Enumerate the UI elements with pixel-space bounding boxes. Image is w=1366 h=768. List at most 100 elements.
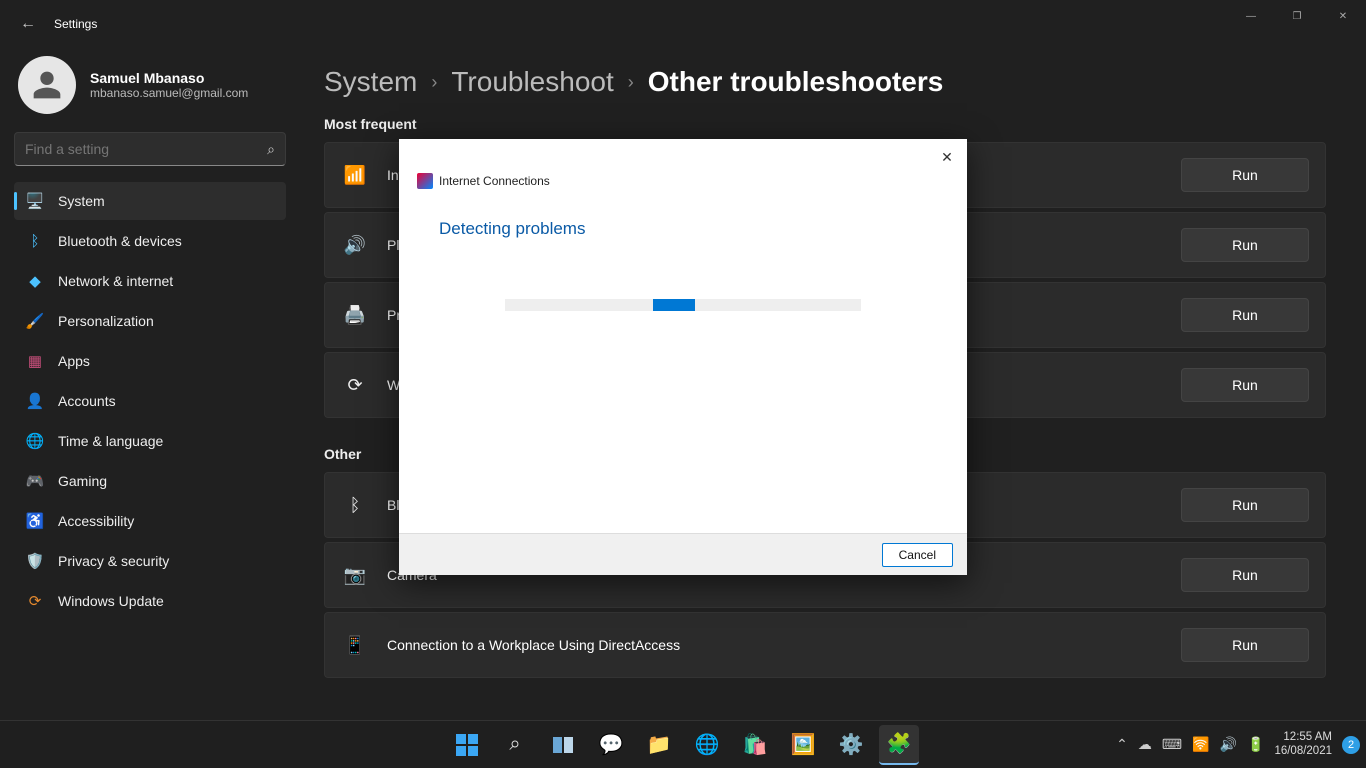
run-button[interactable]: Run bbox=[1181, 158, 1309, 192]
sidebar-item-apps[interactable]: ▦ Apps bbox=[14, 342, 286, 380]
nav-icon: ▦ bbox=[26, 352, 44, 370]
nav-icon: 🛡️ bbox=[26, 552, 44, 570]
nav-label: Bluetooth & devices bbox=[58, 233, 182, 249]
maximize-button[interactable]: ❐ bbox=[1274, 0, 1320, 32]
clock-time: 12:55 AM bbox=[1274, 731, 1332, 744]
nav-icon: 👤 bbox=[26, 392, 44, 410]
tray-icon[interactable]: ⌃ bbox=[1116, 736, 1128, 753]
taskbar-center: ⌕ 💬 📁 🌐 🛍️ 🖼️ ⚙️ 🧩 bbox=[447, 725, 919, 765]
troubleshooter-icon: 📱 bbox=[341, 635, 369, 656]
search-input[interactable] bbox=[25, 141, 267, 157]
sidebar-item-accounts[interactable]: 👤 Accounts bbox=[14, 382, 286, 420]
troubleshooter-icon: ⟳ bbox=[341, 375, 369, 396]
profile-block[interactable]: Samuel Mbanaso mbanaso.samuel@gmail.com bbox=[14, 56, 286, 114]
taskbar-right: ⌃ ☁ ⌨ 🛜 🔊 🔋 12:55 AM 16/08/2021 2 bbox=[1116, 731, 1360, 757]
minimize-button[interactable]: — bbox=[1228, 0, 1274, 32]
profile-text: Samuel Mbanaso mbanaso.samuel@gmail.com bbox=[90, 70, 248, 100]
notification-badge[interactable]: 2 bbox=[1342, 736, 1360, 754]
nav-icon: 🖥️ bbox=[26, 192, 44, 210]
run-button[interactable]: Run bbox=[1181, 368, 1309, 402]
tray-icon[interactable]: ⌨ bbox=[1162, 736, 1182, 753]
nav-label: Windows Update bbox=[58, 593, 164, 609]
chevron-right-icon: › bbox=[431, 72, 437, 93]
clock-date: 16/08/2021 bbox=[1274, 745, 1332, 758]
sidebar-item-system[interactable]: 🖥️ System bbox=[14, 182, 286, 220]
tray-icon[interactable]: 🛜 bbox=[1192, 736, 1209, 753]
sidebar-item-accessibility[interactable]: ♿ Accessibility bbox=[14, 502, 286, 540]
nav-icon: 🎮 bbox=[26, 472, 44, 490]
sidebar-item-gaming[interactable]: 🎮 Gaming bbox=[14, 462, 286, 500]
chat-icon[interactable]: 💬 bbox=[591, 725, 631, 765]
sidebar-item-network-internet[interactable]: ◆ Network & internet bbox=[14, 262, 286, 300]
system-tray[interactable]: ⌃ ☁ ⌨ 🛜 🔊 🔋 bbox=[1116, 736, 1264, 753]
avatar bbox=[18, 56, 76, 114]
troubleshooter-icon: 🔊 bbox=[341, 235, 369, 256]
breadcrumb-troubleshoot[interactable]: Troubleshoot bbox=[451, 66, 613, 98]
nav-label: Gaming bbox=[58, 473, 107, 489]
troubleshooter-row[interactable]: 📱Connection to a Workplace Using DirectA… bbox=[324, 612, 1326, 678]
sidebar: Samuel Mbanaso mbanaso.samuel@gmail.com … bbox=[0, 48, 300, 720]
taskbar: ⌕ 💬 📁 🌐 🛍️ 🖼️ ⚙️ 🧩 ⌃ ☁ ⌨ 🛜 🔊 🔋 12:55 AM 16/08… bbox=[0, 720, 1366, 768]
sidebar-item-time-language[interactable]: 🌐 Time & language bbox=[14, 422, 286, 460]
photos-icon[interactable]: 🖼️ bbox=[783, 725, 823, 765]
dialog-title-row: Internet Connections bbox=[407, 145, 550, 189]
nav-label: Time & language bbox=[58, 433, 163, 449]
troubleshooter-icon: 📶 bbox=[341, 165, 369, 186]
breadcrumb: System › Troubleshoot › Other troublesho… bbox=[324, 66, 1326, 98]
run-button[interactable]: Run bbox=[1181, 558, 1309, 592]
settings-icon[interactable]: ⚙️ bbox=[831, 725, 871, 765]
nav-label: Accounts bbox=[58, 393, 116, 409]
nav-icon: ◆ bbox=[26, 272, 44, 290]
troubleshooter-dialog: ✕ Internet Connections Detecting problem… bbox=[399, 139, 967, 575]
sidebar-item-windows-update[interactable]: ⟳Windows Update bbox=[14, 582, 286, 620]
nav-icon: ᛒ bbox=[26, 232, 44, 250]
dialog-footer: Cancel bbox=[399, 533, 967, 575]
dialog-header: ✕ Internet Connections bbox=[399, 139, 967, 191]
profile-name: Samuel Mbanaso bbox=[90, 70, 248, 86]
nav-label: Network & internet bbox=[58, 273, 173, 289]
cancel-button[interactable]: Cancel bbox=[882, 543, 953, 567]
troubleshooter-taskbar-icon[interactable]: 🧩 bbox=[879, 725, 919, 765]
dialog-close-button[interactable]: ✕ bbox=[935, 145, 959, 169]
store-icon[interactable]: 🛍️ bbox=[735, 725, 775, 765]
tray-icon[interactable]: 🔋 bbox=[1247, 736, 1264, 753]
breadcrumb-current: Other troubleshooters bbox=[648, 66, 944, 98]
taskbar-clock[interactable]: 12:55 AM 16/08/2021 bbox=[1274, 731, 1332, 757]
start-button[interactable] bbox=[447, 725, 487, 765]
breadcrumb-system[interactable]: System bbox=[324, 66, 417, 98]
titlebar: ← Settings bbox=[0, 0, 1366, 48]
edge-icon[interactable]: 🌐 bbox=[687, 725, 727, 765]
troubleshooter-icon: ᛒ bbox=[341, 495, 369, 516]
sidebar-item-privacy-security[interactable]: 🛡️Privacy & security bbox=[14, 542, 286, 580]
window-controls: — ❐ ✕ bbox=[1228, 0, 1366, 32]
nav-label: System bbox=[58, 193, 105, 209]
run-button[interactable]: Run bbox=[1181, 298, 1309, 332]
person-icon bbox=[31, 69, 63, 101]
search-taskbar-icon[interactable]: ⌕ bbox=[495, 725, 535, 765]
nav-icon: ♿ bbox=[26, 512, 44, 530]
progress-indicator bbox=[653, 299, 695, 311]
tray-icon[interactable]: ☁ bbox=[1138, 736, 1152, 753]
profile-email: mbanaso.samuel@gmail.com bbox=[90, 86, 248, 100]
back-button[interactable]: ← bbox=[8, 4, 48, 44]
dialog-status: Detecting problems bbox=[439, 219, 927, 239]
run-button[interactable]: Run bbox=[1181, 488, 1309, 522]
chevron-right-icon: › bbox=[628, 72, 634, 93]
run-button[interactable]: Run bbox=[1181, 628, 1309, 662]
file-explorer-icon[interactable]: 📁 bbox=[639, 725, 679, 765]
troubleshooter-icon bbox=[417, 173, 433, 189]
task-view-icon[interactable] bbox=[543, 725, 583, 765]
run-button[interactable]: Run bbox=[1181, 228, 1309, 262]
nav-list: 🖥️ System ᛒ Bluetooth & devices ◆ Network & i… bbox=[14, 182, 286, 620]
window-title: Settings bbox=[54, 17, 97, 31]
sidebar-item-bluetooth-devices[interactable]: ᛒ Bluetooth & devices bbox=[14, 222, 286, 260]
close-button[interactable]: ✕ bbox=[1320, 0, 1366, 32]
nav-label: Apps bbox=[58, 353, 90, 369]
tray-icon[interactable]: 🔊 bbox=[1220, 736, 1237, 753]
nav-icon: 🌐 bbox=[26, 432, 44, 450]
sidebar-item-personalization[interactable]: 🖌️Personalization bbox=[14, 302, 286, 340]
nav-label: Personalization bbox=[58, 313, 154, 329]
nav-label: Accessibility bbox=[58, 513, 134, 529]
dialog-body: Detecting problems bbox=[399, 191, 967, 533]
search-box[interactable]: ⌕ bbox=[14, 132, 286, 166]
